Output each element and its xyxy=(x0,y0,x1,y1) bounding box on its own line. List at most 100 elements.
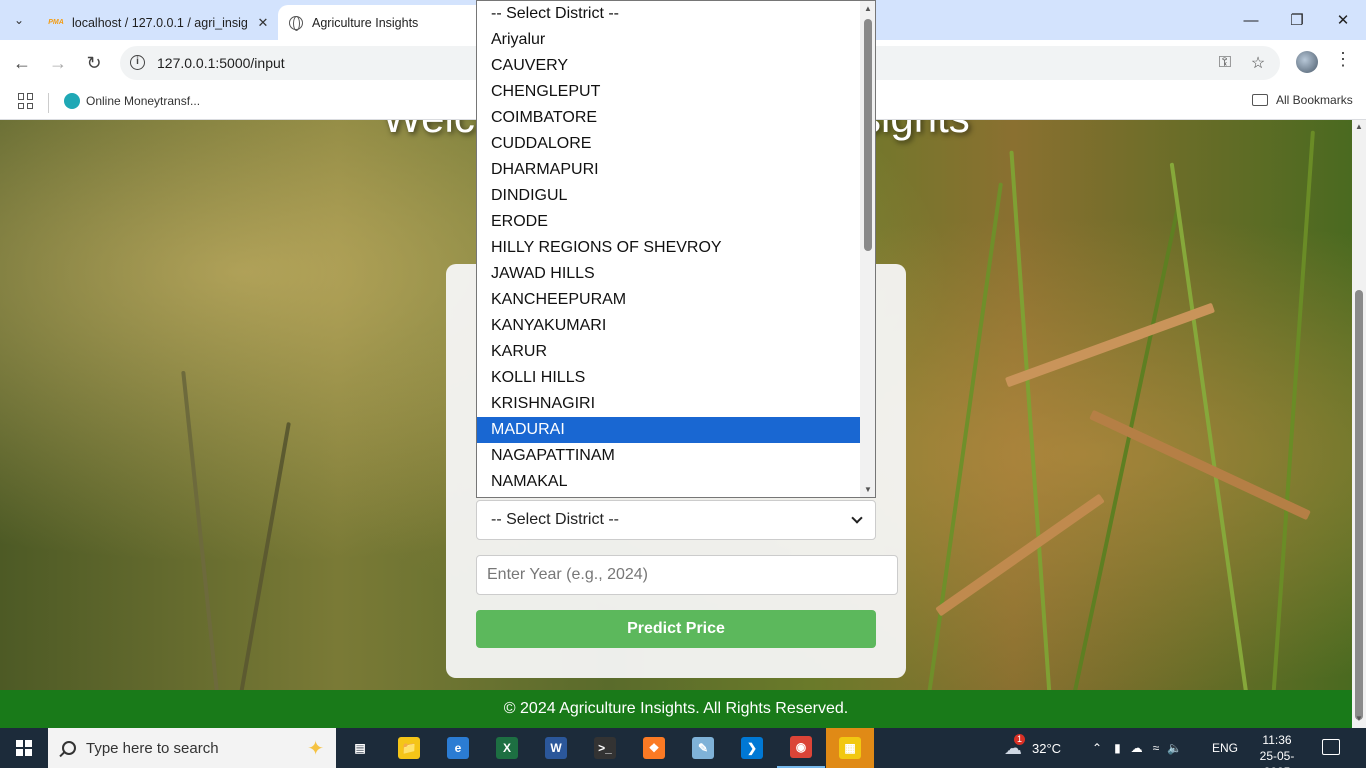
system-tray-icons[interactable]: ⌃ ▮ ☁ ≈ 🔈 xyxy=(1092,728,1182,768)
close-window-icon[interactable]: ✕ xyxy=(1320,0,1366,40)
notification-center-icon[interactable] xyxy=(1322,739,1340,755)
taskbar-search[interactable]: Type here to search ✦ xyxy=(48,728,336,768)
xampp-icon: ❖ xyxy=(643,737,665,759)
district-option[interactable]: Ariyalur xyxy=(477,27,861,53)
taskbar-app-excel[interactable]: X xyxy=(483,728,531,768)
word-icon: W xyxy=(545,737,567,759)
district-option[interactable]: KARUR xyxy=(477,339,861,365)
taskbar-app-xampp[interactable]: ❖ xyxy=(630,728,678,768)
scroll-down-icon[interactable]: ▼ xyxy=(864,485,872,494)
district-option[interactable]: JAWAD HILLS xyxy=(477,261,861,287)
district-option[interactable]: KANYAKUMARI xyxy=(477,313,861,339)
bookmark-star-icon[interactable]: ☆ xyxy=(1247,52,1269,74)
excel-icon: X xyxy=(496,737,518,759)
district-option[interactable]: NAMAKAL xyxy=(477,469,861,495)
volume-icon[interactable]: 🔈 xyxy=(1167,741,1182,755)
tab-title: localhost / 127.0.0.1 / agri_insig xyxy=(72,15,248,30)
taskbar-app-file-explorer[interactable]: 📁 xyxy=(385,728,433,768)
weather-badge: 1 xyxy=(1014,733,1026,745)
windows-taskbar: Type here to search ✦ ▤ 📁 e X W >_ ❖ ✎ ❯ ◉ ▦ ☁ 1 3… xyxy=(0,728,1366,768)
scroll-up-icon[interactable]: ▲ xyxy=(1355,122,1363,131)
district-option[interactable]: KANCHEEPURAM xyxy=(477,287,861,313)
district-option[interactable]: ERODE xyxy=(477,209,861,235)
powerbi-icon: ▦ xyxy=(839,737,861,759)
search-icon xyxy=(62,741,76,755)
taskbar-app-notepad[interactable]: ✎ xyxy=(679,728,727,768)
district-option[interactable]: HILLY REGIONS OF SHEVROY xyxy=(477,235,861,261)
district-option[interactable]: KRISHNAGIRI xyxy=(477,391,861,417)
tab-search-chevron-icon[interactable]: ⌄ xyxy=(6,7,32,33)
network-status-icon[interactable]: ☁ xyxy=(1131,741,1143,755)
apps-grid-icon[interactable] xyxy=(18,93,34,109)
weather-widget[interactable]: ☁ 1 32°C xyxy=(1004,728,1061,768)
file-explorer-icon: 📁 xyxy=(398,737,420,759)
taskbar-app-chrome[interactable]: ◉ xyxy=(777,728,825,768)
language-indicator[interactable]: ENG xyxy=(1212,728,1238,768)
district-select[interactable]: -- Select District -- xyxy=(476,500,876,540)
all-bookmarks[interactable]: All Bookmarks xyxy=(1252,93,1353,107)
district-option[interactable]: CUDDALORE xyxy=(477,131,861,157)
taskbar-search-placeholder: Type here to search xyxy=(86,739,219,757)
more-menu-icon[interactable]: ⋮ xyxy=(1334,49,1352,70)
weather-temperature: 32°C xyxy=(1032,740,1062,756)
back-arrow-icon[interactable]: ← xyxy=(8,49,36,77)
windows-start-button[interactable] xyxy=(0,728,48,768)
taskbar-app-word[interactable]: W xyxy=(532,728,580,768)
chrome-icon: ◉ xyxy=(790,736,812,758)
taskbar-app-vscode[interactable]: ❯ xyxy=(728,728,776,768)
district-select-value: -- Select District -- xyxy=(491,511,619,528)
close-tab-icon[interactable]: ✕ xyxy=(252,15,274,31)
taskbar-app-task-view[interactable]: ▤ xyxy=(336,728,384,768)
district-option[interactable]: KOLLI HILLS xyxy=(477,365,861,391)
show-hidden-icons-chevron-icon[interactable]: ⌃ xyxy=(1092,741,1102,755)
clock-time: 11:36 xyxy=(1262,733,1292,747)
scroll-down-icon[interactable]: ▼ xyxy=(1355,714,1363,723)
battery-icon[interactable]: ▮ xyxy=(1114,741,1121,755)
vscode-icon: ❯ xyxy=(741,737,763,759)
edge-icon: e xyxy=(447,737,469,759)
district-option[interactable]: COIMBATORE xyxy=(477,105,861,131)
notepad-icon: ✎ xyxy=(692,737,714,759)
taskbar-app-edge[interactable]: e xyxy=(434,728,482,768)
pma-icon: PMA xyxy=(48,19,64,26)
forward-arrow-icon[interactable]: → xyxy=(44,49,72,77)
restore-icon[interactable]: ❐ xyxy=(1274,0,1320,40)
profile-avatar[interactable] xyxy=(1296,51,1318,73)
district-option[interactable]: DINDIGUL xyxy=(477,183,861,209)
url-text: 127.0.0.1:5000/input xyxy=(157,55,285,71)
chevron-down-icon xyxy=(851,512,863,524)
site-info-icon[interactable]: i xyxy=(130,55,145,70)
tab-agriculture-insights[interactable]: Agriculture Insights xyxy=(278,5,488,40)
district-option[interactable]: MADURAI xyxy=(477,417,861,443)
taskbar-app-powerbi[interactable]: ▦ xyxy=(826,728,874,768)
dropdown-scrollbar[interactable]: ▲ ▼ xyxy=(860,1,875,497)
tab-title: Agriculture Insights xyxy=(312,15,419,30)
district-option[interactable]: -- Select District -- xyxy=(477,1,861,27)
district-option[interactable]: CHENGLEPUT xyxy=(477,79,861,105)
all-bookmarks-label: All Bookmarks xyxy=(1276,93,1353,107)
weather-cloud-icon: ☁ 1 xyxy=(1004,733,1026,759)
district-dropdown-list[interactable]: -- Select District -- Ariyalur CAUVERY CHEN… xyxy=(476,0,876,498)
scroll-up-icon[interactable]: ▲ xyxy=(864,4,872,13)
password-key-icon[interactable]: ⚿ xyxy=(1214,52,1236,74)
taskbar-app-terminal[interactable]: >_ xyxy=(581,728,629,768)
clock-date: 25-05-2025 xyxy=(1259,749,1295,768)
dropdown-scrollbar-thumb[interactable] xyxy=(864,19,872,251)
year-input[interactable] xyxy=(476,555,898,595)
predict-price-button[interactable]: Predict Price xyxy=(476,610,876,648)
page-scrollbar[interactable]: ▲ ▼ xyxy=(1352,120,1366,728)
tab-phpmyadmin[interactable]: PMA localhost / 127.0.0.1 / agri_insig ✕ xyxy=(38,5,274,40)
bookmark-online-moneytransfer[interactable]: Online Moneytransf... xyxy=(64,93,200,109)
wifi-icon[interactable]: ≈ xyxy=(1153,741,1160,755)
district-option[interactable]: NAGAPATTINAM xyxy=(477,443,861,469)
taskbar-clock[interactable]: 11:36 25-05-2025 xyxy=(1248,732,1306,768)
dropdown-options: -- Select District -- Ariyalur CAUVERY CHEN… xyxy=(477,1,861,495)
copilot-sparkle-icon[interactable]: ✦ xyxy=(307,736,324,761)
district-option[interactable]: DHARMAPURI xyxy=(477,157,861,183)
district-option[interactable]: CAUVERY xyxy=(477,53,861,79)
terminal-icon: >_ xyxy=(594,737,616,759)
bookmark-favicon-icon xyxy=(64,93,80,109)
scrollbar-thumb[interactable] xyxy=(1355,290,1363,720)
minimize-icon[interactable]: — xyxy=(1228,0,1274,40)
reload-icon[interactable]: ↻ xyxy=(80,49,108,77)
